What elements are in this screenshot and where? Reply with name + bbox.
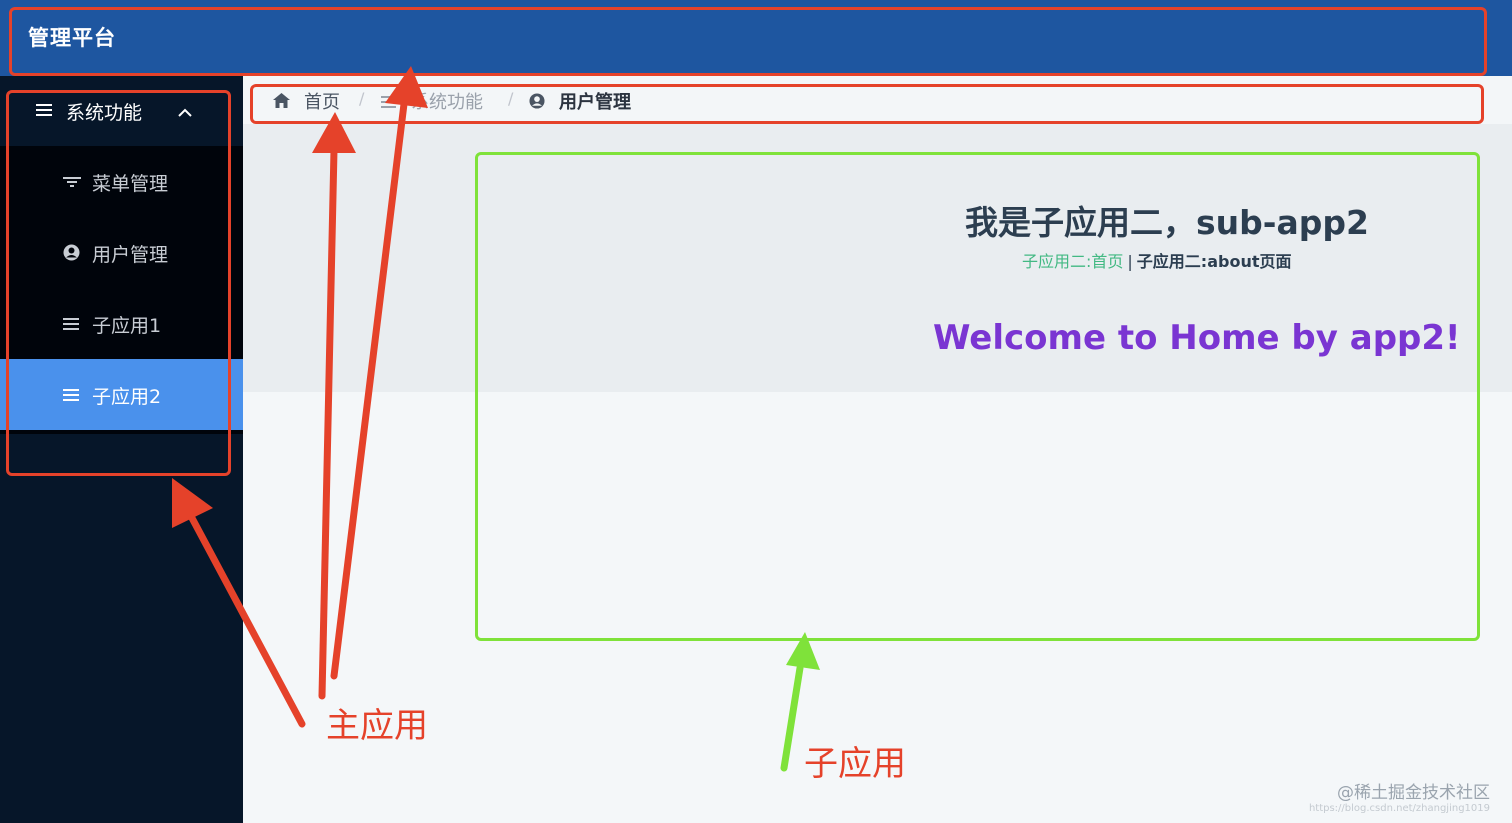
- filter-icon: [63, 173, 81, 192]
- watermark-url: https://blog.csdn.net/zhangjing1019: [1308, 803, 1490, 814]
- breadcrumb: 首页 / 系统功能 / 用户管理: [243, 76, 1512, 124]
- user-circle-icon: [529, 93, 545, 113]
- menu-group-system-functions[interactable]: 系统功能: [0, 76, 243, 146]
- welcome-heading: Welcome to Home by app2!: [933, 318, 1461, 358]
- chevron-up-icon[interactable]: [178, 103, 192, 122]
- sidebar-item-menu-management[interactable]: 菜单管理: [0, 146, 243, 217]
- menu-lines-icon: [63, 386, 79, 405]
- sub-app-nav: 子应用二:首页 | 子应用二:about页面: [1022, 248, 1291, 272]
- sub-app-label: 子应用: [804, 744, 906, 784]
- sub-app-home-link[interactable]: 子应用二:首页: [1022, 252, 1123, 271]
- sub-app-title: 我是子应用二，sub-app2: [965, 203, 1369, 242]
- app-header: 管理平台: [0, 0, 1512, 76]
- menu-lines-icon: [36, 102, 52, 121]
- breadcrumb-section: 系统功能: [411, 92, 483, 113]
- home-icon: [273, 93, 290, 112]
- nav-separator: |: [1127, 252, 1133, 271]
- menu-group-label: 系统功能: [66, 102, 143, 124]
- breadcrumb-separator: /: [508, 89, 514, 108]
- sidebar-item-label: 用户管理: [92, 244, 169, 266]
- sidebar-item-label: 子应用1: [92, 315, 162, 337]
- sidebar-item-label: 菜单管理: [92, 173, 169, 195]
- sub-app-about-link[interactable]: 子应用二:about页面: [1137, 252, 1292, 271]
- watermark: @稀土掘金技术社区: [1337, 783, 1490, 803]
- sidebar-item-label: 子应用2: [92, 386, 162, 408]
- user-circle-icon: [63, 244, 80, 265]
- sidebar-item-sub-app-1[interactable]: 子应用1: [0, 288, 243, 359]
- app-title: 管理平台: [28, 26, 116, 50]
- sidebar-item-sub-app-2[interactable]: 子应用2: [0, 359, 243, 430]
- sidebar-item-user-management[interactable]: 用户管理: [0, 217, 243, 288]
- sidebar: 系统功能 菜单管理 用户管理 子应用1 子应用2: [0, 76, 243, 823]
- menu-lines-icon: [63, 315, 79, 334]
- submenu: 菜单管理 用户管理 子应用1 子应用2: [0, 146, 243, 434]
- menu-lines-icon: [381, 93, 396, 112]
- breadcrumb-separator: /: [359, 89, 365, 108]
- main-app-label: 主应用: [326, 706, 428, 746]
- breadcrumb-current: 用户管理: [559, 92, 631, 113]
- breadcrumb-home[interactable]: 首页: [304, 88, 340, 114]
